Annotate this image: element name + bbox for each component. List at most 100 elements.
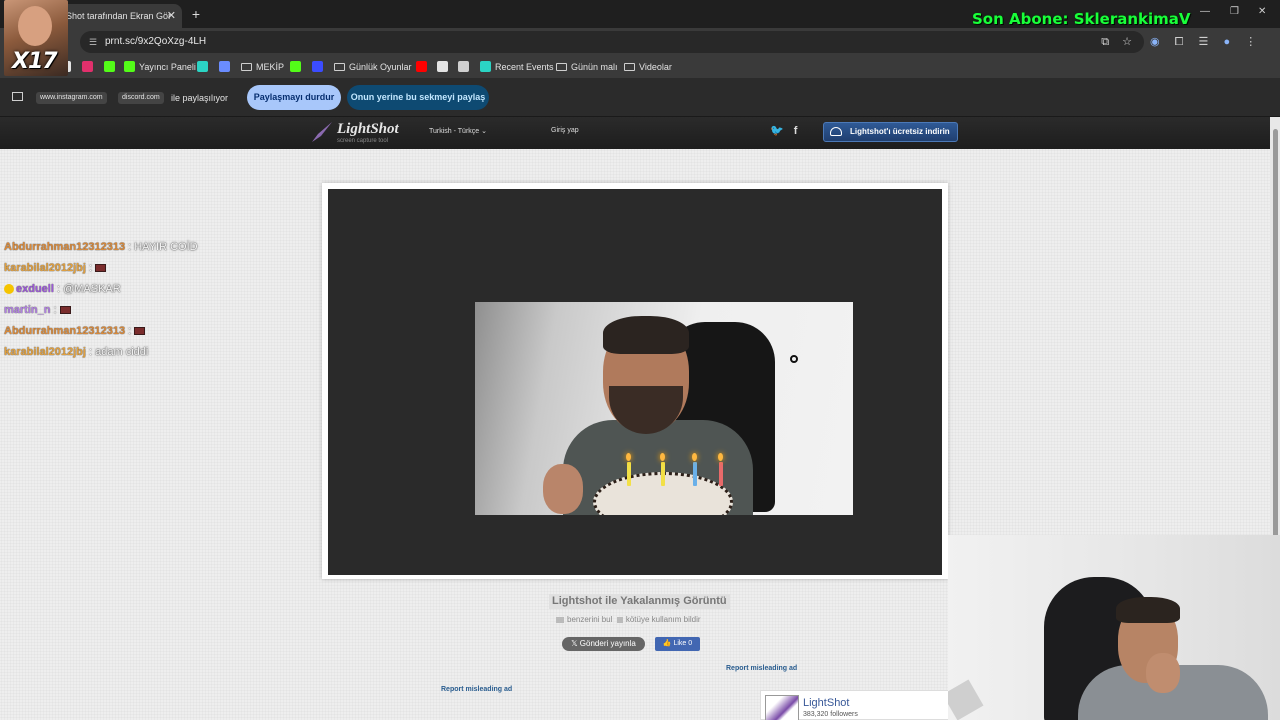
minimize-icon[interactable]: —	[1200, 6, 1210, 17]
stop-sharing-button[interactable]: Paylaşmayı durdur	[247, 85, 341, 110]
extension-toolbar: ◉ ⧠ ☰ ● ⋮	[1150, 31, 1268, 53]
chat-message: exduell : @MASKAR	[4, 282, 264, 303]
person-hair	[603, 316, 689, 354]
screenshot-background	[328, 189, 942, 575]
site-info-icon[interactable]: ☰	[89, 37, 99, 47]
bookmark-label: Videolar	[639, 62, 672, 72]
facebook-like-button[interactable]: 👍 Like 0	[655, 637, 700, 651]
address-bar[interactable]: ☰ prnt.sc/9x2QoXzg-4LH ⧉ ☆	[80, 31, 1144, 53]
bookmark-item[interactable]	[437, 56, 452, 78]
app-icon	[312, 61, 323, 73]
cloud-download-icon	[830, 127, 842, 136]
find-similar-link[interactable]: benzerini bul	[567, 615, 612, 624]
reading-list-icon[interactable]: ☰	[1199, 31, 1209, 53]
bookmark-item[interactable]: Videolar	[624, 56, 672, 78]
bookmark-label: MEKİP	[256, 62, 285, 72]
bookmark-item[interactable]	[219, 56, 234, 78]
profile-avatar-icon[interactable]: ●	[1223, 31, 1230, 53]
caption-title: Lightshot ile Yakalanmış Görüntü	[549, 594, 730, 609]
bookmark-item[interactable]: Yayıncı Paneli	[124, 56, 196, 78]
app-icon	[197, 61, 208, 73]
report-abuse-link[interactable]: kötüye kullanım bildir	[626, 615, 701, 624]
bookmark-item[interactable]: MEKİP	[241, 56, 284, 78]
candle	[719, 462, 723, 486]
bookmark-item[interactable]: Recent Events	[480, 56, 554, 78]
chat-text: : @MASKAR	[56, 283, 121, 295]
bookmark-star-icon[interactable]: ☆	[1122, 36, 1132, 48]
report-ad-link[interactable]: Report misleading ad	[441, 686, 512, 693]
candle-flame	[692, 453, 697, 461]
share-this-tab-button[interactable]: Onun yerine bu sekmeyi paylaş	[347, 85, 489, 110]
sharing-label: ile paylaşılıyor	[171, 93, 229, 103]
chat-username: karabilal2012jbj	[4, 346, 86, 358]
facebook-icon[interactable]: f	[794, 125, 798, 137]
social-links: 🐦 f	[770, 124, 804, 137]
chat-emote-icon	[59, 306, 71, 315]
report-icon	[616, 616, 623, 623]
screenshot-image[interactable]	[475, 302, 853, 515]
extension-shield-icon[interactable]: ◉	[1150, 31, 1160, 53]
chat-overlay: Abdurrahman12312313 : HAYIR COİD karabila…	[4, 240, 264, 366]
bookmark-item[interactable]	[197, 56, 212, 78]
chat-emote-icon	[95, 264, 107, 273]
report-ad-link[interactable]: Report misleading ad	[726, 665, 797, 672]
tab-close-icon[interactable]: ✕	[167, 4, 176, 28]
bookmark-item[interactable]	[82, 56, 97, 78]
image-search-icon	[556, 616, 564, 623]
folder-icon	[624, 62, 635, 71]
webcam-hand	[1146, 653, 1180, 693]
logo-name: LightShot	[337, 121, 399, 137]
avatar-caption: X17	[12, 49, 58, 74]
menu-kebab-icon[interactable]: ⋮	[1245, 31, 1256, 53]
bookmark-item[interactable]	[416, 56, 431, 78]
candle-flame	[718, 453, 723, 461]
feather-logo-icon	[312, 122, 332, 142]
fb-followers: 383,320 followers	[803, 711, 858, 718]
bookmark-item[interactable]: Günlük Oyunlar	[334, 56, 412, 78]
candle-flame	[660, 453, 665, 461]
folder-icon	[334, 62, 345, 71]
tweet-button[interactable]: 𝕏 Gönderi yayınla	[562, 637, 645, 651]
extensions-puzzle-icon[interactable]: ⧠	[1175, 31, 1184, 53]
shared-site-chip: www.instagram.com	[36, 92, 107, 104]
instagram-icon	[82, 61, 93, 73]
fb-page-name[interactable]: LightShot	[803, 697, 849, 709]
microphone-shape	[948, 679, 984, 720]
last-subscriber-label: Son Abone: SklerankimaV	[972, 10, 1191, 28]
chat-message: karabilal2012jbj : adam ciddi	[4, 345, 264, 366]
language-select[interactable]: Turkish - Türkçe ⌄	[429, 127, 487, 135]
bookmark-item[interactable]	[290, 56, 305, 78]
chat-message: martin_n :	[4, 303, 264, 324]
screenshot-frame	[322, 183, 948, 579]
install-app-icon[interactable]: ⧉	[1101, 36, 1109, 48]
globe-icon	[458, 61, 469, 73]
chat-badge-icon	[4, 284, 14, 295]
chat-emote-icon	[134, 327, 146, 336]
zoom-cursor-icon	[790, 355, 798, 363]
facebook-page-widget[interactable]: LightShot 383,320 followers	[760, 690, 950, 720]
bookmark-item[interactable]	[104, 56, 119, 78]
bookmark-item[interactable]	[312, 56, 327, 78]
candle	[661, 462, 665, 486]
bookmark-item[interactable]: Günün malı	[556, 56, 618, 78]
twitter-icon[interactable]: 🐦	[770, 125, 784, 137]
screen-sharing-bar: www.instagram.com discord.com ile paylaş…	[0, 78, 1280, 117]
new-tab-button[interactable]: +	[189, 4, 203, 24]
restore-icon[interactable]: ❐	[1230, 6, 1239, 17]
bookmark-item[interactable]	[458, 56, 473, 78]
lightshot-page-avatar	[765, 695, 799, 720]
navigation-bar: ☰ prnt.sc/9x2QoXzg-4LH ⧉ ☆	[0, 28, 1280, 56]
kick-icon	[290, 61, 301, 73]
login-link[interactable]: Giriş yap	[551, 127, 579, 134]
bookmark-label: Günlük Oyunlar	[349, 62, 412, 72]
close-window-icon[interactable]: ✕	[1258, 6, 1266, 17]
download-button[interactable]: Lightshot'ı ücretsiz indirin	[823, 122, 958, 142]
shared-site-chip: discord.com	[118, 92, 164, 104]
candle	[627, 462, 631, 486]
bookmark-label: Günün malı	[571, 62, 618, 72]
caption-links: benzerini bul kötüye kullanım bildir	[556, 615, 701, 624]
chat-username: Abdurrahman12312313	[4, 325, 126, 337]
lightshot-header: LightShot screen capture tool Turkish - …	[0, 117, 1280, 149]
browser-tab[interactable]: Shot tarafından Ekran Gör ✕	[56, 4, 182, 28]
folder-icon	[556, 62, 567, 71]
